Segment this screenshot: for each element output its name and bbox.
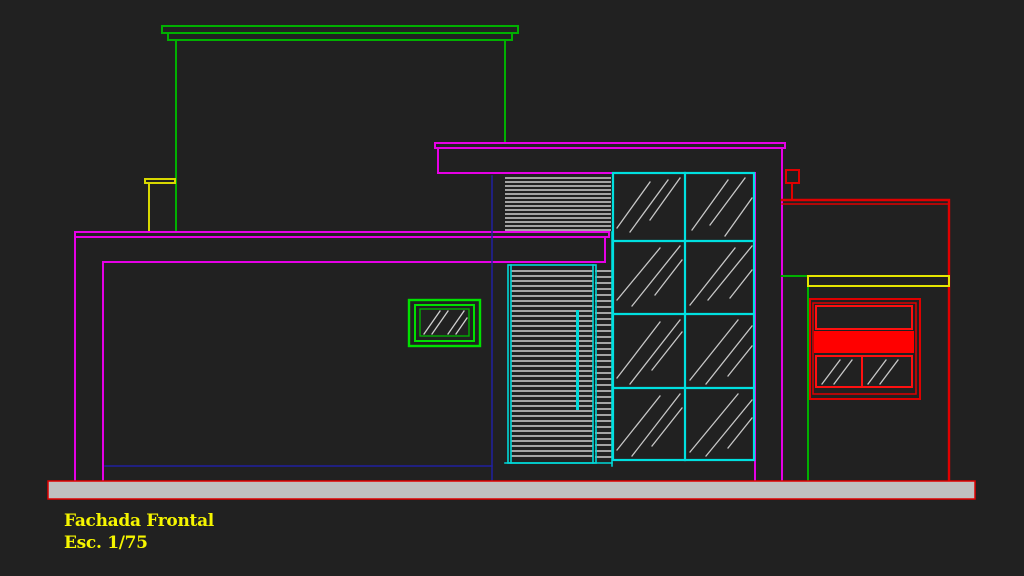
front-elevation-drawing — [47, 25, 976, 500]
tower-roof-fascia — [167, 32, 513, 41]
tower-roof-cap — [161, 25, 519, 34]
drawing-title: Fachada Frontal — [64, 511, 214, 531]
ground-line — [47, 480, 976, 500]
upper-louver-panel — [505, 177, 611, 231]
wall-lamp — [785, 169, 800, 184]
garage-canopy — [807, 275, 950, 287]
main-inner-outline — [102, 236, 606, 481]
cad-canvas: Fachada Frontal Esc. 1/75 — [0, 0, 1024, 576]
entrance-door — [504, 231, 613, 467]
main-roof-slab — [74, 231, 610, 238]
door-handle — [576, 310, 579, 410]
middle-roof-slab — [434, 142, 786, 149]
garage-gate — [809, 298, 921, 400]
glass-frame — [611, 171, 756, 462]
glass-curtain-wall — [611, 171, 756, 462]
door-frame — [507, 264, 597, 464]
garage-volume — [780, 169, 951, 482]
upper-tower — [161, 25, 519, 233]
roof-post — [144, 178, 176, 233]
hidden-lines — [104, 175, 493, 481]
drawing-scale: Esc. 1/75 — [64, 533, 148, 553]
small-window — [407, 298, 482, 348]
